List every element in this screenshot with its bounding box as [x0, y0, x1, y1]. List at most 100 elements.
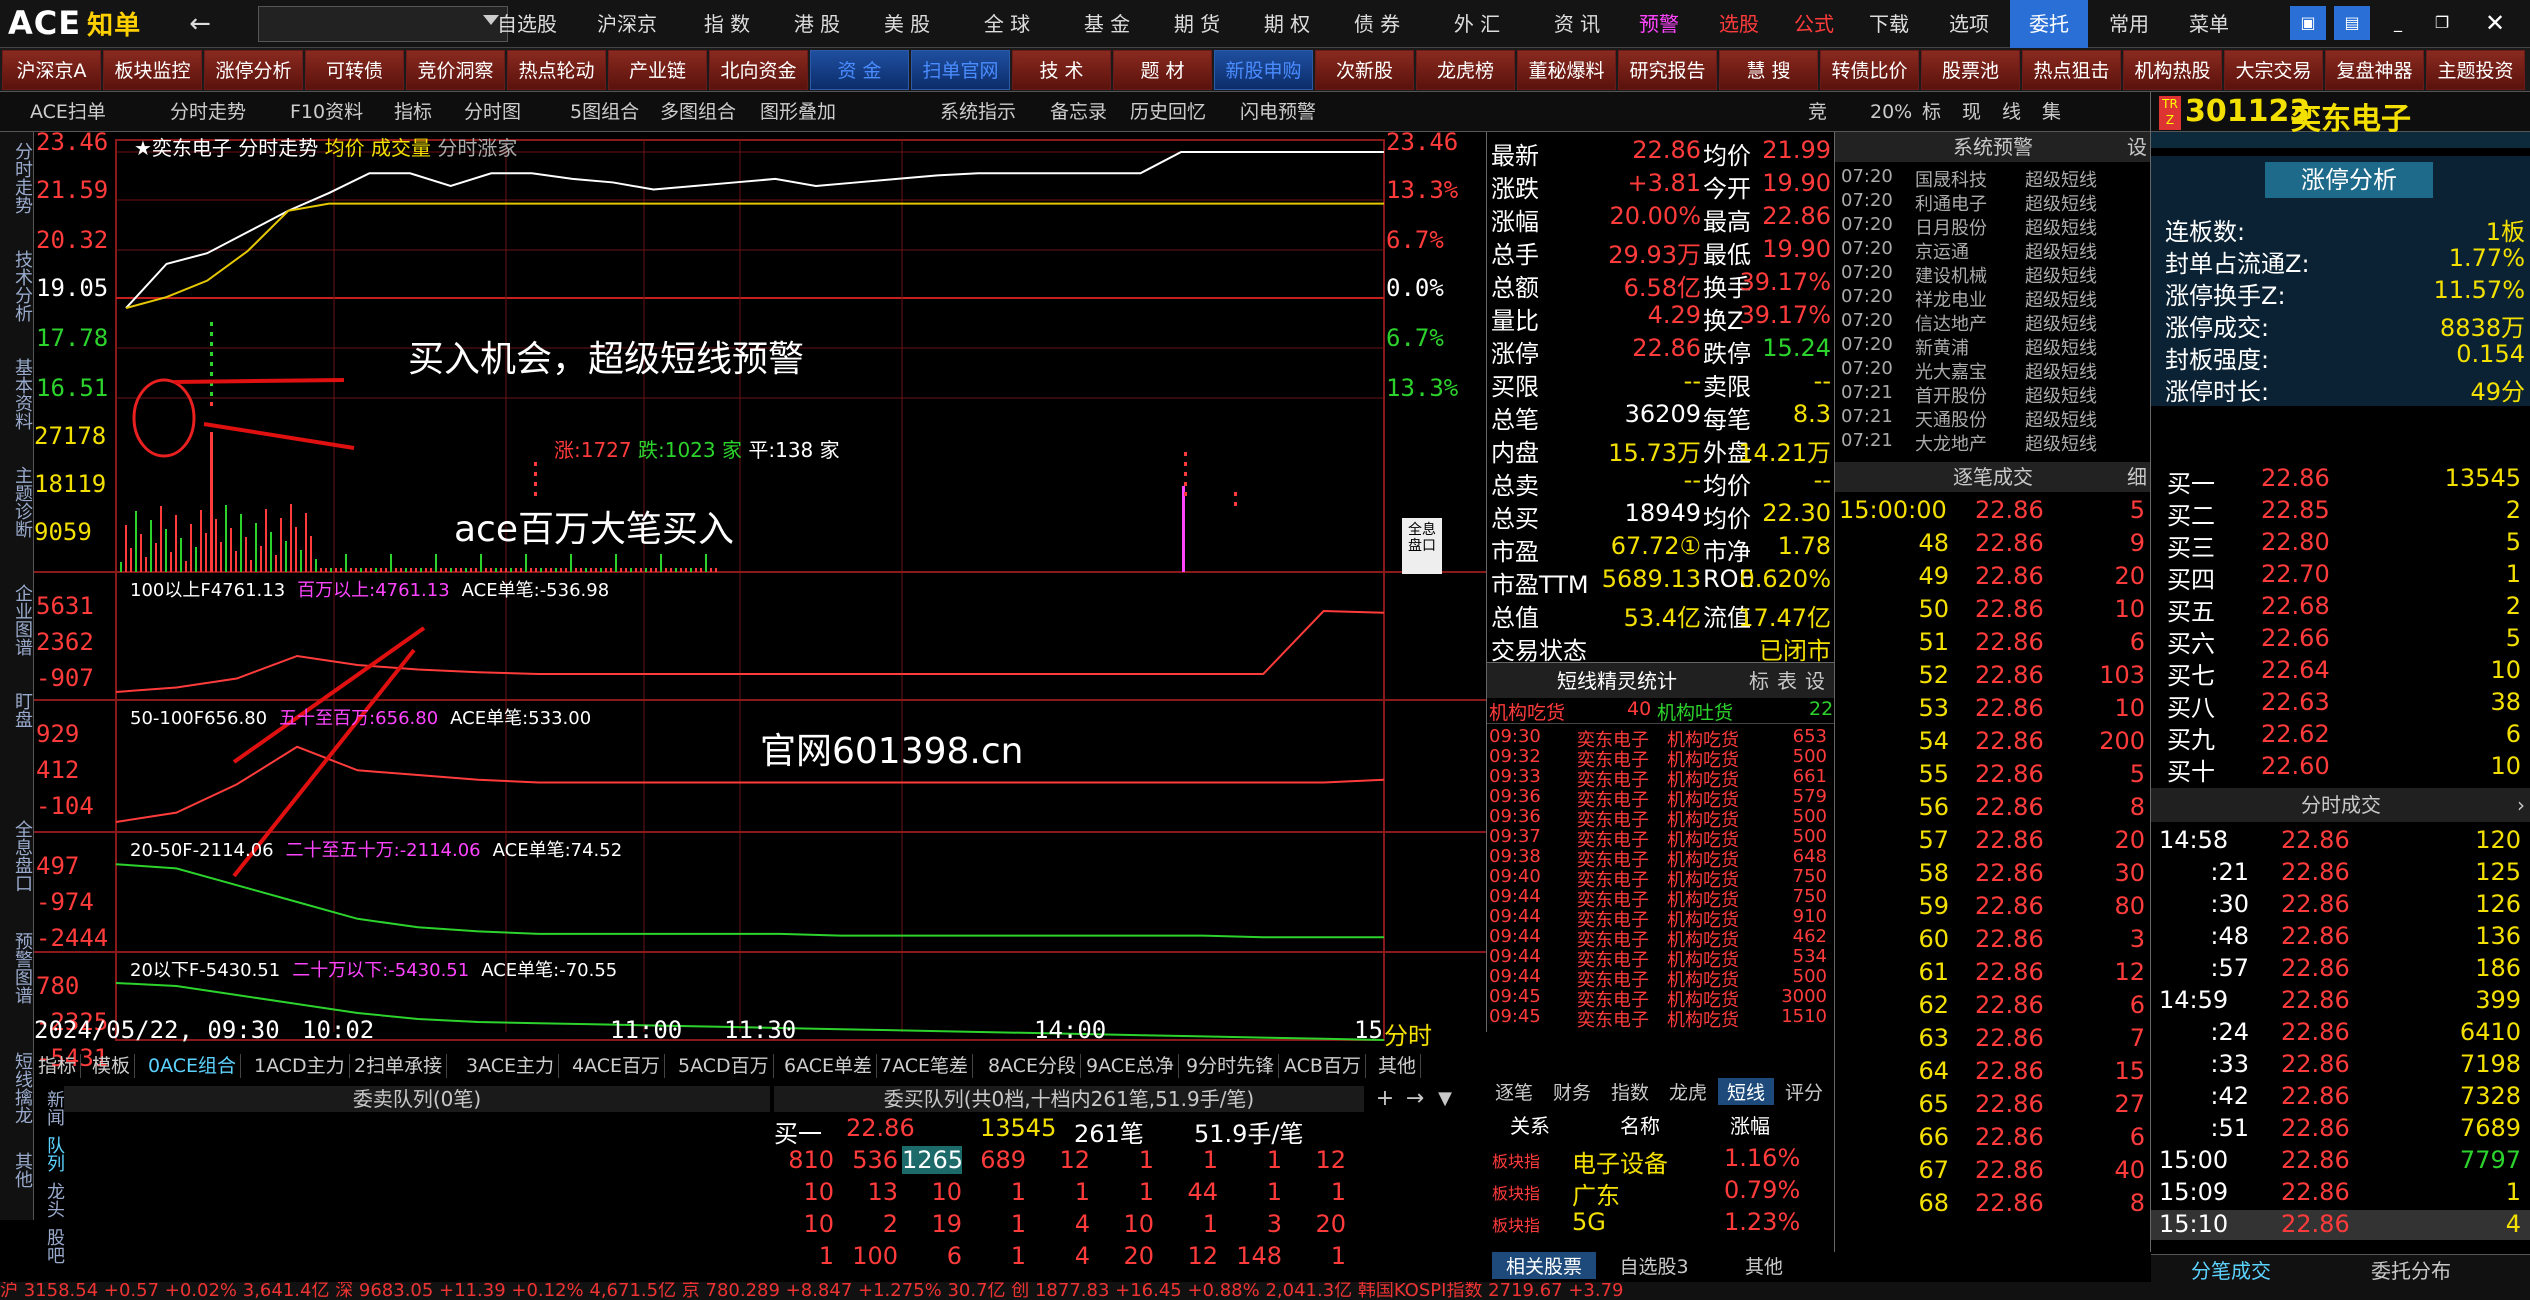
menu-item-1[interactable]: 沪深京 [580, 0, 674, 48]
menu-item-17[interactable]: 委托 [2010, 0, 2088, 48]
chevron-right-icon[interactable]: › [2517, 788, 2525, 822]
quantum-button[interactable]: 全息盘口 [1402, 518, 1442, 574]
layout-icon[interactable]: ▤ [2334, 6, 2370, 40]
menu-item-12[interactable]: 预警 [1620, 0, 1698, 48]
subtab-1[interactable]: 模板 [88, 1054, 136, 1078]
arrow-right-icon[interactable]: → [1400, 1086, 1430, 1112]
spirit-right-label[interactable]: 机构吐货 [1657, 698, 1733, 725]
side-tab-2[interactable]: 龙头 [34, 1182, 65, 1218]
spirit-tab-settings[interactable]: 设 [1805, 663, 1825, 699]
toolbar-item-0[interactable]: ACE扫单 [30, 92, 106, 132]
nav-item-15[interactable]: 董秘爆料 [1517, 50, 1616, 90]
menu-item-8[interactable]: 期 权 [1240, 0, 1334, 48]
spirit-tab-label[interactable]: 标 [1749, 663, 1769, 699]
nav-item-14[interactable]: 龙虎榜 [1416, 50, 1515, 90]
menu-item-19[interactable]: 菜单 [2170, 0, 2248, 48]
toolbar-item-2[interactable]: F10资料 [290, 92, 363, 132]
nav-item-3[interactable]: 可转债 [305, 50, 404, 90]
sector-tab-1[interactable]: 财务 [1544, 1078, 1600, 1105]
nav-item-6[interactable]: 产业链 [608, 50, 707, 90]
nav-item-17[interactable]: 慧 搜 [1719, 50, 1818, 90]
side-tab-0[interactable]: 新闻 [34, 1090, 65, 1126]
left-tab-3[interactable]: 主题诊断 [2, 466, 33, 538]
menu-item-0[interactable]: 自选股 [480, 0, 574, 48]
window-icon[interactable]: ▣ [2290, 6, 2326, 40]
sector-tab-4[interactable]: 短线 [1718, 1078, 1774, 1105]
restore-icon[interactable]: ❐ [2424, 6, 2460, 40]
subtab-7[interactable]: 5ACD百万 [674, 1054, 774, 1078]
nav-item-23[interactable]: 复盘神器 [2325, 50, 2424, 90]
toolbar-item-11[interactable]: 闪电预警 [1240, 92, 1316, 132]
subtab-11[interactable]: 9ACE总净 [1082, 1054, 1180, 1078]
left-tab-1[interactable]: 技术分析 [2, 250, 33, 322]
nav-item-20[interactable]: 热点狙击 [2022, 50, 2121, 90]
nav-item-12[interactable]: 新股申购 [1214, 50, 1313, 90]
subtab-2[interactable]: 0ACE组合 [144, 1054, 242, 1078]
left-tab-9[interactable]: 其他 [2, 1152, 33, 1188]
left-tab-2[interactable]: 基本资料 [2, 358, 33, 430]
sector-tab-0[interactable]: 逐笔 [1486, 1078, 1542, 1105]
menu-item-10[interactable]: 外 汇 [1430, 0, 1524, 48]
menu-item-7[interactable]: 期 货 [1150, 0, 1244, 48]
menu-item-18[interactable]: 常用 [2090, 0, 2168, 48]
nav-item-9[interactable]: 扫单官网 [911, 50, 1010, 90]
toolbar-item-16[interactable]: 线 [2002, 92, 2021, 132]
toolbar-item-6[interactable]: 多图组合 [660, 92, 736, 132]
arrow-down-icon[interactable]: ▼ [1430, 1086, 1460, 1112]
toolbar-item-1[interactable]: 分时走势 [170, 92, 246, 132]
sector-tab-5[interactable]: 评分 [1776, 1078, 1832, 1105]
menu-item-11[interactable]: 资 讯 [1530, 0, 1624, 48]
subtab-10[interactable]: 8ACE分段 [984, 1054, 1082, 1078]
nav-item-1[interactable]: 板块监控 [103, 50, 202, 90]
sector-foot-0[interactable]: 相关股票 [1492, 1252, 1596, 1279]
toolbar-item-4[interactable]: 分时图 [464, 92, 521, 132]
left-tab-5[interactable]: 盯盘 [2, 692, 33, 728]
subtab-0[interactable]: 指标 [34, 1054, 82, 1078]
nav-item-19[interactable]: 股票池 [1921, 50, 2020, 90]
subtab-5[interactable]: 3ACE主力 [462, 1054, 560, 1078]
menu-item-13[interactable]: 选股 [1700, 0, 1778, 48]
menu-item-4[interactable]: 美 股 [860, 0, 954, 48]
subtab-3[interactable]: 1ACD主力 [250, 1054, 350, 1078]
close-icon[interactable]: ✕ [2470, 6, 2520, 40]
left-tab-6[interactable]: 全息盘口 [2, 820, 33, 892]
nav-item-5[interactable]: 热点轮动 [507, 50, 606, 90]
nav-item-0[interactable]: 沪深京A [2, 50, 101, 90]
minimize-icon[interactable]: _ [2380, 6, 2416, 40]
toolbar-item-8[interactable]: 系统指示 [940, 92, 1016, 132]
sector-foot-1[interactable]: 自选股3 [1602, 1252, 1706, 1279]
toolbar-item-7[interactable]: 图形叠加 [760, 92, 836, 132]
subtab-12[interactable]: 9分时先锋 [1182, 1054, 1280, 1078]
subtab-14[interactable]: 其他 [1374, 1054, 1422, 1078]
subtab-4[interactable]: 2扫单承接 [350, 1054, 448, 1078]
sector-tab-3[interactable]: 龙虎 [1660, 1078, 1716, 1105]
spirit-left-label[interactable]: 机构吃货 [1489, 698, 1565, 725]
left-tab-7[interactable]: 预警图谱 [2, 932, 33, 1004]
subtab-6[interactable]: 4ACE百万 [568, 1054, 666, 1078]
toolbar-item-15[interactable]: 现 [1962, 92, 1981, 132]
menu-item-6[interactable]: 基 金 [1060, 0, 1154, 48]
subtab-13[interactable]: ACB百万 [1280, 1054, 1366, 1078]
toolbar-item-13[interactable]: 20% [1870, 92, 1912, 132]
left-tab-8[interactable]: 短线擒龙 [2, 1052, 33, 1124]
menu-item-16[interactable]: 选项 [1930, 0, 2008, 48]
side-tab-1[interactable]: 队列 [34, 1136, 65, 1172]
sector-tab-2[interactable]: 指数 [1602, 1078, 1658, 1105]
zb-detail-toggle[interactable]: 细 [2127, 462, 2147, 492]
nav-item-21[interactable]: 机构热股 [2123, 50, 2222, 90]
menu-item-14[interactable]: 公式 [1775, 0, 1853, 48]
nav-item-18[interactable]: 转债比价 [1820, 50, 1919, 90]
limit-analysis-button[interactable]: 涨停分析 [2265, 162, 2433, 198]
nav-item-7[interactable]: 北向资金 [709, 50, 808, 90]
menu-item-3[interactable]: 港 股 [770, 0, 864, 48]
menu-item-9[interactable]: 债 券 [1330, 0, 1424, 48]
left-tab-0[interactable]: 分时走势 [2, 142, 33, 214]
nav-item-10[interactable]: 技 术 [1012, 50, 1111, 90]
toolbar-item-10[interactable]: 历史回忆 [1130, 92, 1206, 132]
nav-item-11[interactable]: 题 材 [1113, 50, 1212, 90]
toolbar-item-14[interactable]: 标 [1922, 92, 1941, 132]
toolbar-item-5[interactable]: 5图组合 [570, 92, 639, 132]
subtab-8[interactable]: 6ACE单差 [780, 1054, 878, 1078]
nav-item-2[interactable]: 涨停分析 [204, 50, 303, 90]
alerts-settings[interactable]: 设 [2127, 132, 2147, 162]
